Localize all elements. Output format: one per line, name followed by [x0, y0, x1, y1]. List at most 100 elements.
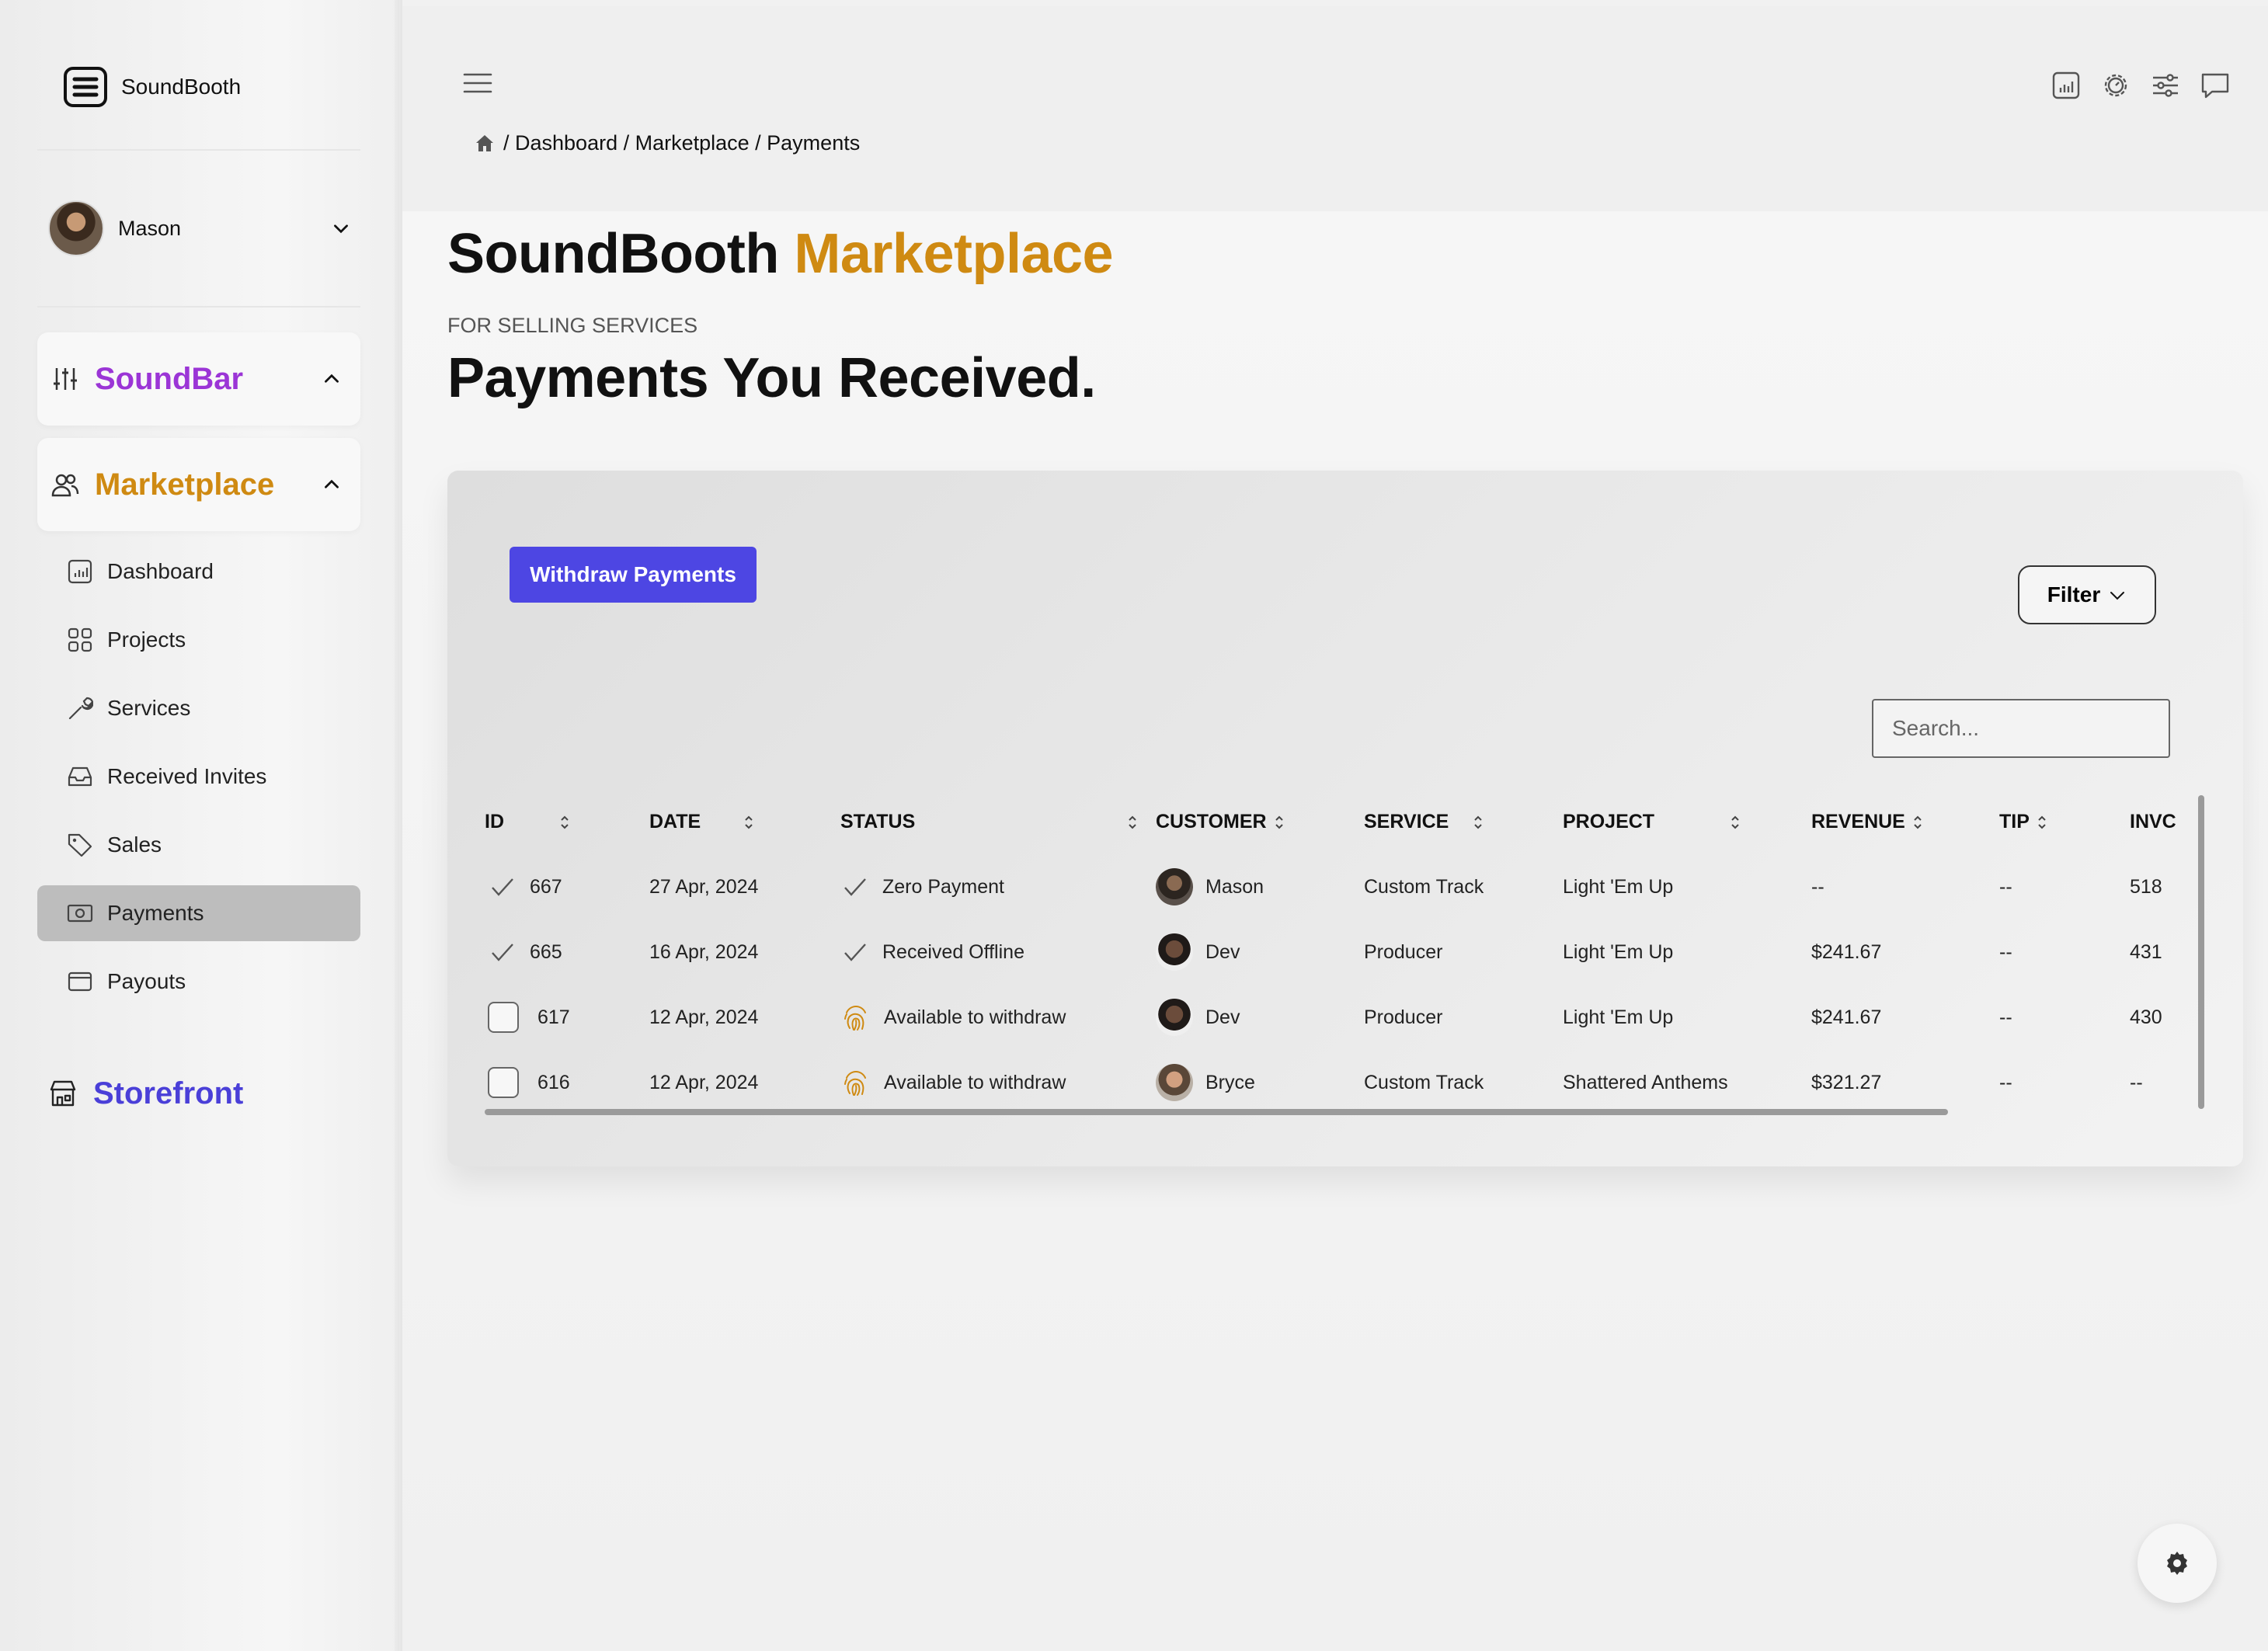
chevron-up-icon — [325, 479, 339, 488]
row-status: Available to withdraw — [884, 1071, 1066, 1093]
fingerprint-icon — [844, 1006, 866, 1031]
analytics-icon[interactable] — [2051, 70, 2082, 101]
sidebar-item-label: Services — [107, 696, 191, 720]
chat-icon[interactable] — [2200, 70, 2231, 101]
row-tip: -- — [1999, 875, 2012, 898]
sidebar-item-sales[interactable]: Sales — [37, 817, 360, 873]
column-header-customer[interactable]: CUSTOMER — [1156, 789, 1364, 854]
row-checkbox[interactable] — [488, 1002, 519, 1033]
breadcrumb-path[interactable]: / Dashboard / Marketplace / Payments — [503, 131, 860, 155]
avatar — [1156, 933, 1193, 971]
sidebar-item-label: Projects — [107, 627, 186, 652]
search-input[interactable] — [1872, 699, 2170, 758]
row-date: 16 Apr, 2024 — [649, 940, 759, 963]
sidebar-edge — [395, 0, 402, 1651]
sidebar-item-label: Sales — [107, 832, 162, 857]
avatar — [48, 200, 104, 256]
page-title: SoundBooth Marketplace — [447, 222, 1114, 286]
chevron-down-icon — [2110, 592, 2125, 600]
sort-icon — [1914, 815, 1922, 829]
check-icon — [492, 944, 513, 961]
page-title-main: SoundBooth — [447, 223, 779, 285]
row-checkbox[interactable] — [488, 1067, 519, 1098]
row-status: Available to withdraw — [884, 1006, 1066, 1028]
sort-icon — [1275, 815, 1283, 829]
row-customer: Dev — [1205, 1006, 1240, 1028]
payments-card: Withdraw Payments Filter ID DATE STATUS … — [447, 471, 2243, 1166]
divider — [37, 149, 360, 151]
sidebar-item-received-invites[interactable]: Received Invites — [37, 749, 360, 805]
column-header-status[interactable]: STATUS — [840, 789, 1156, 854]
table-row[interactable]: 665 16 Apr, 2024 Received Offline Dev Pr… — [485, 919, 2235, 985]
row-revenue: $241.67 — [1811, 940, 1882, 963]
column-header-date[interactable]: DATE — [649, 789, 840, 854]
section-marketplace[interactable]: Marketplace — [37, 438, 360, 531]
column-header-label: TIP — [1999, 810, 2030, 832]
withdraw-payments-button[interactable]: Withdraw Payments — [510, 547, 757, 603]
row-project: Light 'Em Up — [1563, 940, 1674, 963]
row-invoice: 431 — [2130, 940, 2162, 963]
section-soundbar[interactable]: SoundBar — [37, 332, 360, 426]
row-project: Shattered Anthems — [1563, 1071, 1728, 1093]
row-invoice: 518 — [2130, 875, 2162, 898]
section-storefront[interactable]: Storefront — [48, 1070, 243, 1117]
row-tip: -- — [1999, 1071, 2012, 1093]
filter-button[interactable]: Filter — [2018, 565, 2156, 624]
sidebar-item-projects[interactable]: Projects — [37, 612, 360, 668]
horizontal-scrollbar[interactable] — [485, 1109, 1948, 1115]
column-header-revenue[interactable]: REVENUE — [1811, 789, 1999, 854]
menu-icon[interactable] — [463, 70, 492, 96]
column-header-label: PROJECT — [1563, 810, 1655, 832]
brand-name: SoundBooth — [121, 75, 242, 99]
chevron-down-icon — [334, 224, 348, 234]
tag-icon — [68, 833, 92, 857]
column-header-tip[interactable]: TIP — [1999, 789, 2130, 854]
table-row[interactable]: 616 12 Apr, 2024 Available to withdraw B… — [485, 1050, 2235, 1115]
row-customer: Dev — [1205, 940, 1240, 963]
marketplace-nav: Dashboard Projects Services Received Inv… — [37, 544, 360, 1022]
sort-icon — [561, 815, 569, 829]
column-header-invoice[interactable]: INVC — [2130, 789, 2235, 854]
gear-icon — [2167, 1552, 2187, 1575]
home-icon[interactable] — [474, 132, 496, 154]
row-date: 12 Apr, 2024 — [649, 1071, 759, 1093]
row-project: Light 'Em Up — [1563, 875, 1674, 898]
column-header-service[interactable]: SERVICE — [1364, 789, 1563, 854]
check-icon — [844, 944, 866, 961]
brand[interactable]: SoundBooth — [64, 67, 241, 107]
wrench-icon — [68, 697, 93, 720]
cash-icon — [67, 904, 93, 923]
user-menu[interactable]: Mason — [48, 199, 351, 258]
avatar — [1156, 868, 1193, 905]
check-icon — [492, 878, 513, 896]
table-row[interactable]: 617 12 Apr, 2024 Available to withdraw D… — [485, 985, 2235, 1050]
settings-fab[interactable] — [2138, 1524, 2217, 1603]
sidebar-item-label: Received Invites — [107, 764, 267, 788]
sort-icon — [1129, 815, 1137, 829]
column-header-project[interactable]: PROJECT — [1563, 789, 1811, 854]
column-header-id[interactable]: ID — [485, 789, 649, 854]
table-row[interactable]: 667 27 Apr, 2024 Zero Payment Mason Cust… — [485, 854, 2235, 919]
sidebar-item-payments[interactable]: Payments — [37, 885, 360, 941]
sort-icon — [745, 815, 753, 829]
vertical-scrollbar[interactable] — [2198, 795, 2204, 1109]
topbar — [402, 6, 2268, 211]
filters-icon[interactable] — [2150, 70, 2181, 101]
row-revenue: $321.27 — [1811, 1071, 1882, 1093]
column-header-label: REVENUE — [1811, 810, 1905, 832]
wallet-icon — [68, 971, 92, 992]
sidebar-item-payouts[interactable]: Payouts — [37, 954, 360, 1010]
row-customer: Bryce — [1205, 1071, 1255, 1093]
column-header-label: STATUS — [840, 810, 916, 832]
fingerprint-icon — [844, 1071, 866, 1096]
settings-gear-icon[interactable] — [2100, 70, 2131, 101]
column-header-label: INVC — [2130, 810, 2176, 832]
sidebar-item-dashboard[interactable]: Dashboard — [37, 544, 360, 600]
sidebar-item-label: Dashboard — [107, 559, 214, 583]
page-eyebrow: FOR SELLING SERVICES — [447, 314, 698, 337]
inbox-icon — [68, 766, 92, 787]
row-id: 617 — [537, 1006, 570, 1028]
column-header-label: ID — [485, 810, 504, 832]
sidebar-item-services[interactable]: Services — [37, 680, 360, 736]
sidebar-item-label: Payouts — [107, 969, 186, 993]
